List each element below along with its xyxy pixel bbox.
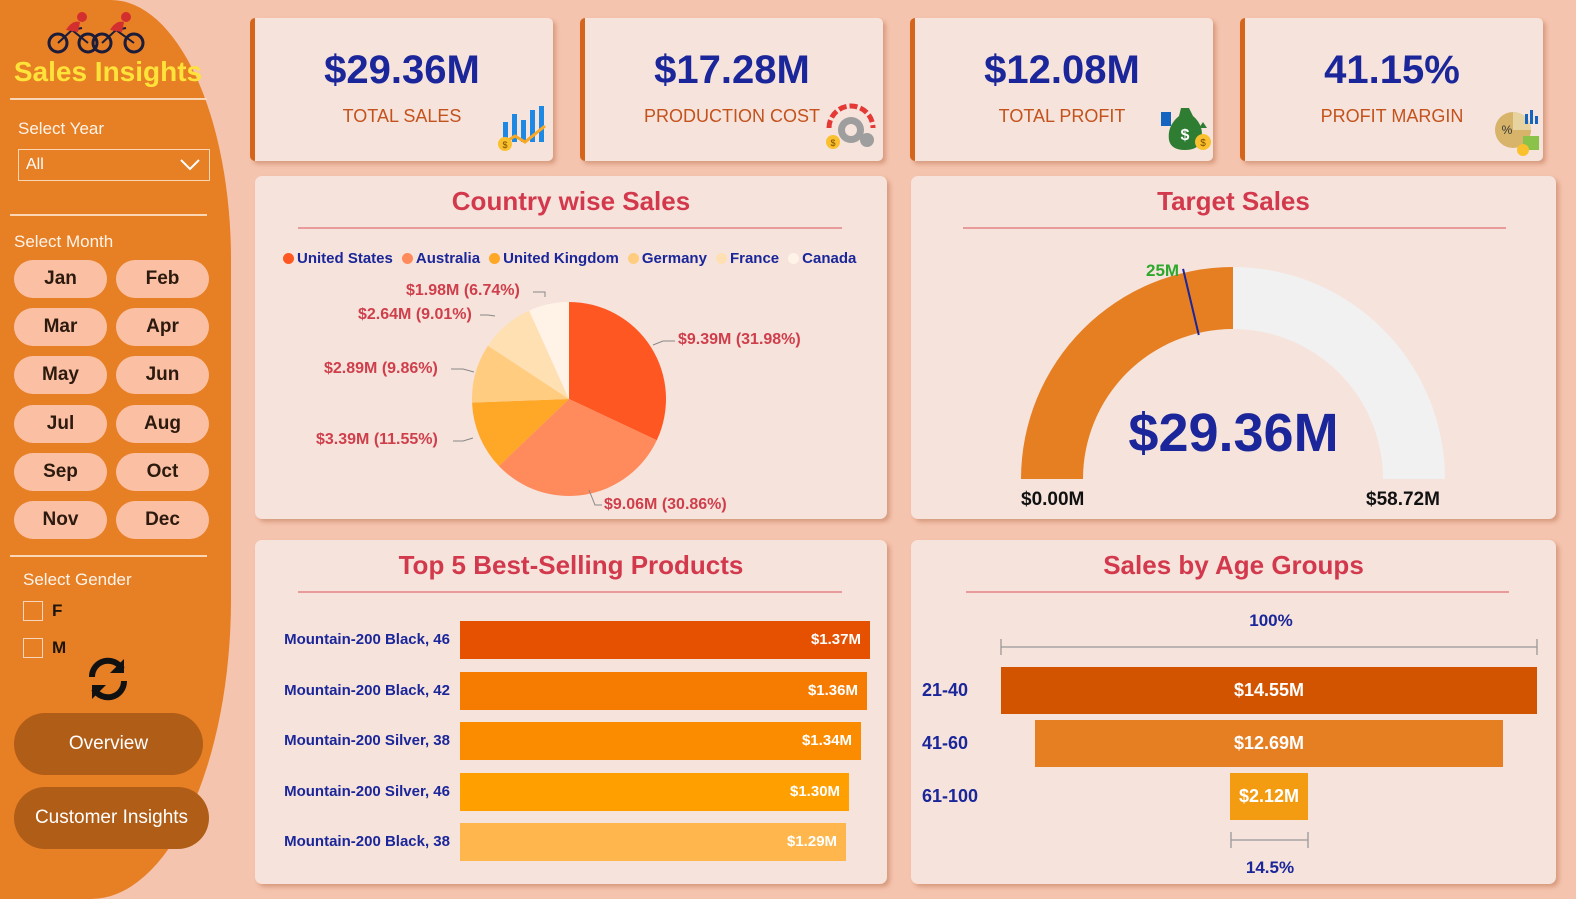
gear-cost-icon: $ — [826, 103, 876, 149]
age-groups-panel: Sales by Age Groups 100% 21-40 $14.55M 41-… — [911, 540, 1556, 884]
pie-label: $1.98M (6.74%) — [406, 282, 520, 299]
month-button-may[interactable]: May — [14, 356, 107, 395]
product-bar[interactable]: $1.36M — [460, 671, 867, 710]
gauge-max: $58.72M — [1366, 489, 1440, 510]
divider — [10, 98, 207, 100]
gender-m-label: M — [52, 638, 67, 657]
month-button-jun[interactable]: Jun — [116, 356, 209, 395]
pie-label: $2.64M (9.01%) — [358, 306, 472, 323]
age-group-bar[interactable]: $14.55M — [1001, 667, 1537, 714]
month-button-jul[interactable]: Jul — [14, 404, 107, 443]
month-button-feb[interactable]: Feb — [116, 260, 209, 298]
age-group-bar[interactable]: $12.69M — [1035, 720, 1503, 767]
age-group-label: 61-100 — [922, 786, 979, 806]
country-sales-panel: Country wise Sales United States Australi… — [255, 176, 887, 519]
kpi-value: $12.08M — [984, 48, 1140, 92]
overview-button[interactable]: Overview — [14, 713, 203, 775]
divider — [10, 555, 207, 557]
product-name: Mountain-200 Black, 38 — [284, 833, 450, 850]
title-underline — [298, 591, 842, 593]
product-value: $1.29M — [787, 833, 838, 850]
pie-label: $3.39M (11.55%) — [316, 431, 438, 448]
year-select[interactable]: All — [18, 149, 210, 181]
age-group-bar[interactable]: $2.12M — [1229, 773, 1309, 820]
pie-percent-icon: % — [1495, 110, 1539, 156]
month-button-jan[interactable]: Jan — [14, 260, 107, 298]
svg-text:$: $ — [1181, 127, 1190, 144]
brand-title: Sales Insights — [13, 56, 203, 87]
gauge-chart — [1021, 267, 1445, 479]
gender-f-label: F — [52, 601, 63, 620]
kpi-value: $29.36M — [324, 48, 480, 92]
funnel-bottom-percent: 14.5% — [1245, 858, 1295, 877]
month-button-aug[interactable]: Aug — [116, 404, 209, 443]
gender-m-checkbox[interactable] — [23, 638, 43, 658]
month-button-mar[interactable]: Mar — [14, 308, 107, 347]
product-bar[interactable]: $1.34M — [460, 722, 862, 760]
target-sales-panel: Target Sales 25M $29.36M $0.00M $58.72M — [911, 176, 1556, 519]
panel-title: Top 5 Best-Selling Products — [398, 550, 744, 580]
age-group-label: 41-60 — [922, 733, 969, 753]
kpi-total-sales: $29.36M TOTAL SALES $ — [250, 18, 553, 161]
month-button-apr[interactable]: Apr — [116, 308, 209, 347]
money-bag-icon: $ $ — [1161, 108, 1211, 150]
product-name: Mountain-200 Silver, 38 — [284, 732, 450, 749]
month-button-nov[interactable]: Nov — [14, 501, 107, 539]
product-name: Mountain-200 Silver, 46 — [284, 782, 450, 800]
age-group-label: 21-40 — [922, 680, 969, 700]
product-value: $1.37M — [810, 631, 861, 648]
chevron-down-icon — [180, 159, 200, 171]
kpi-value: $17.28M — [654, 48, 810, 92]
svg-text:$: $ — [830, 138, 835, 148]
pie-label: $9.39M (31.98%) — [678, 331, 801, 348]
top-products-panel: Top 5 Best-Selling Products Mountain-200… — [255, 540, 887, 884]
month-button-sep[interactable]: Sep — [14, 452, 107, 491]
pie-leader-line — [652, 340, 675, 346]
kpi-value: 41.15% — [1324, 48, 1460, 92]
product-value: $1.34M — [801, 732, 853, 749]
pie-label: $9.06M (30.86%) — [604, 496, 727, 513]
svg-text:%: % — [1502, 123, 1513, 137]
pie-leader-line — [453, 437, 474, 442]
year-label: Select Year — [18, 119, 105, 138]
gauge-value: $29.36M — [1128, 403, 1339, 463]
pie-label: $2.89M (9.86%) — [324, 360, 438, 377]
year-select-value: All — [26, 156, 44, 173]
kpi-production-cost: $17.28M PRODUCTION COST $ — [580, 18, 883, 161]
pie-leader-line — [480, 314, 496, 317]
pie-leader-line — [451, 368, 475, 373]
pie-leader-line — [533, 291, 546, 297]
customer-insights-button[interactable]: Customer Insights — [14, 787, 209, 849]
gender-label: Select Gender — [23, 570, 132, 589]
chart-up-icon: $ — [498, 106, 546, 151]
sidebar: Sales Insights Select Year All Select Mo… — [0, 0, 231, 899]
product-bar[interactable]: $1.37M — [460, 621, 870, 659]
kpi-profit-margin: 41.15% PROFIT MARGIN % — [1240, 18, 1543, 161]
product-value: $1.30M — [790, 782, 841, 800]
product-bar[interactable]: $1.30M — [460, 772, 850, 811]
month-label: Select Month — [14, 232, 114, 251]
divider — [10, 214, 207, 216]
month-button-oct[interactable]: Oct — [116, 452, 209, 491]
product-value: $1.36M — [807, 681, 858, 699]
svg-text:$: $ — [502, 140, 507, 150]
product-name: Mountain-200 Black, 42 — [284, 681, 450, 699]
gauge-target-label: 25M — [1146, 261, 1180, 280]
cyclists-logo-icon — [47, 12, 145, 54]
product-bar[interactable]: $1.29M — [460, 823, 847, 861]
refresh-icon[interactable] — [84, 655, 132, 703]
kpi-total-profit: $12.08M TOTAL PROFIT $ $ — [910, 18, 1213, 161]
gender-f-checkbox[interactable] — [23, 601, 43, 621]
gauge-min: $0.00M — [1021, 489, 1085, 510]
svg-text:$: $ — [1200, 138, 1206, 149]
product-name: Mountain-200 Black, 46 — [284, 631, 450, 648]
month-button-dec[interactable]: Dec — [116, 501, 209, 539]
